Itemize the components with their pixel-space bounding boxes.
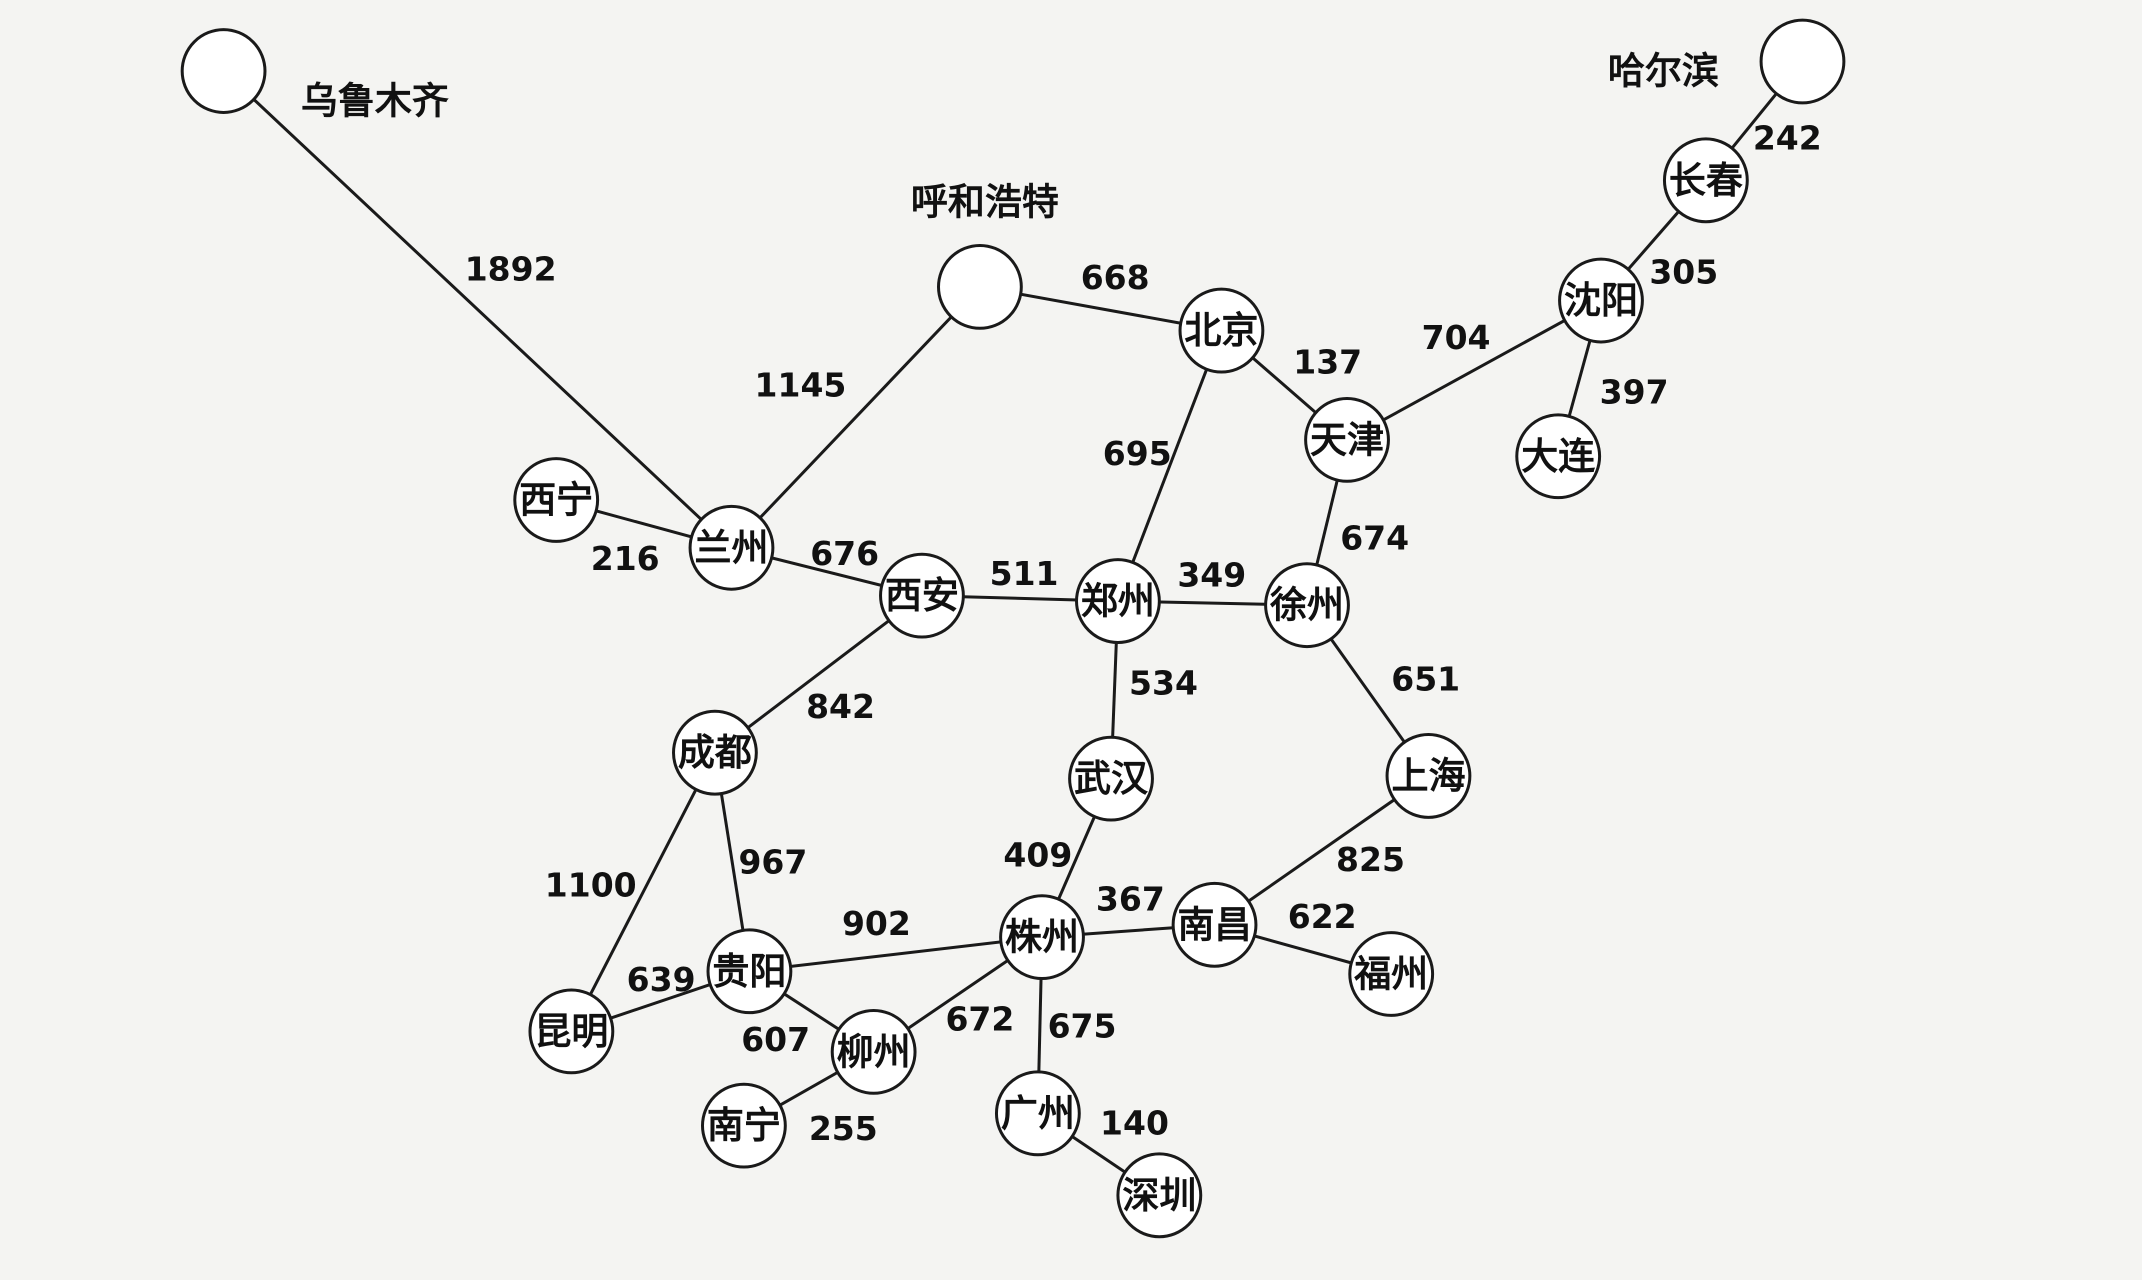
node-beijing: 北京 — [1178, 287, 1265, 374]
nodes-layer: 乌鲁木齐呼和浩特 哈尔滨长春沈阳大连 北京天津西宁兰州西安 郑州 徐州成都武汉 上海贵阳昆… — [180, 18, 1846, 1239]
edge-weight-xian-zhengzhou: 511 — [990, 554, 1059, 593]
node-label-zhengzhou: 郑州 — [1081, 580, 1155, 623]
node-nanchang: 南昌 — [1171, 881, 1258, 968]
edge-weight-zhuzhou-liuzhou: 672 — [945, 1000, 1014, 1039]
edge-wulumuqi-lanzhou — [222, 69, 733, 549]
node-kunming: 昆明 — [528, 988, 615, 1075]
node-circle-haerbin — [1759, 18, 1846, 105]
node-label-huhehaote: 呼和浩特 — [911, 181, 1059, 224]
node-label-xining: 西宁 — [519, 478, 593, 521]
node-label-fuzhou: 福州 — [1353, 953, 1428, 996]
edge-weight-shenyang-tianjin: 704 — [1422, 318, 1491, 357]
edge-weight-wulumuqi-lanzhou: 1892 — [465, 250, 557, 289]
railway-network-diagram: 1892 1145 668 242 305 397 704 137 695 674 216 676 51… — [180, 18, 1846, 1239]
edge-weight-zhuzhou-nanchang: 367 — [1096, 879, 1165, 918]
edge-weight-guangzhou-shenzhen: 140 — [1100, 1103, 1169, 1142]
edge-weight-guiyang-zhuzhou: 902 — [842, 904, 911, 943]
node-guiyang: 贵阳 — [706, 928, 793, 1015]
edge-huhehaote-lanzhou — [730, 285, 981, 549]
node-label-haerbin: 哈尔滨 — [1608, 50, 1719, 93]
node-wulumuqi: 乌鲁木齐 — [180, 28, 449, 123]
edge-weight-xian-chengdu: 842 — [806, 687, 875, 726]
edge-weight-liuzhou-nanning: 255 — [809, 1109, 878, 1148]
node-lanzhou: 兰州 — [688, 504, 775, 591]
edge-weight-chengdu-guiyang: 967 — [738, 842, 807, 881]
node-label-shanghai: 上海 — [1391, 754, 1465, 797]
node-shanghai: 上海 — [1385, 733, 1472, 819]
node-liuzhou: 柳州 — [830, 1008, 917, 1095]
edge-weight-shenyang-dalian: 397 — [1600, 373, 1669, 412]
node-nanning: 南宁 — [700, 1082, 787, 1169]
node-label-liuzhou: 柳州 — [837, 1030, 911, 1073]
edge-weight-wuhan-zhuzhou: 409 — [1003, 836, 1072, 875]
node-dalian: 大连 — [1515, 413, 1602, 500]
node-label-chengdu: 成都 — [678, 731, 752, 774]
edge-weight-xuzhou-shanghai: 651 — [1391, 659, 1460, 698]
node-zhengzhou: 郑州 — [1075, 558, 1161, 644]
edge-weight-beijing-zhengzhou: 695 — [1103, 434, 1172, 473]
node-label-beijing: 北京 — [1184, 309, 1258, 352]
node-circle-wulumuqi — [180, 28, 267, 114]
node-changchun: 长春 — [1662, 137, 1749, 224]
node-label-lanzhou: 兰州 — [694, 526, 768, 569]
edge-weight-changchun-shenyang: 305 — [1649, 252, 1718, 291]
edge-weight-guiyang-kunming: 639 — [627, 960, 696, 999]
node-shenyang: 沈阳 — [1558, 257, 1644, 344]
node-label-kunming: 昆明 — [534, 1010, 608, 1053]
edge-weight-huhehaote-lanzhou: 1145 — [755, 366, 847, 405]
edge-weight-zhuzhou-guangzhou: 675 — [1048, 1006, 1117, 1045]
node-wuhan: 武汉 — [1068, 735, 1154, 822]
edge-weight-huhehaote-beijing: 668 — [1081, 258, 1150, 297]
edge-weight-tianjin-xuzhou: 674 — [1340, 519, 1409, 558]
node-guangzhou: 广州 — [994, 1070, 1081, 1157]
edge-weight-lanzhou-xian: 676 — [810, 534, 879, 573]
node-label-shenzhen: 深圳 — [1122, 1174, 1196, 1217]
node-label-nanning: 南宁 — [707, 1104, 781, 1147]
node-shenzhen: 深圳 — [1116, 1152, 1203, 1239]
edge-weight-xining-lanzhou: 216 — [591, 539, 660, 578]
node-label-nanchang: 南昌 — [1178, 903, 1252, 946]
node-label-dalian: 大连 — [1521, 435, 1595, 478]
node-label-zhuzhou: 株州 — [1005, 916, 1079, 959]
node-label-xuzhou: 徐州 — [1269, 584, 1344, 627]
edge-weight-beijing-tianjin: 137 — [1293, 343, 1362, 382]
node-label-xian: 西安 — [885, 574, 959, 617]
node-chengdu: 成都 — [672, 709, 758, 796]
node-xining: 西宁 — [513, 457, 600, 543]
edge-weight-chengdu-kunming: 1100 — [545, 866, 637, 905]
edge-weight-guiyang-liuzhou: 607 — [741, 1020, 810, 1059]
node-label-shenyang: 沈阳 — [1564, 279, 1638, 322]
edge-weight-shanghai-nanchang: 825 — [1336, 840, 1405, 879]
node-xuzhou: 徐州 — [1264, 562, 1350, 649]
node-label-wuhan: 武汉 — [1074, 757, 1149, 800]
node-huhehaote: 呼和浩特 — [911, 181, 1059, 330]
node-label-wulumuqi: 乌鲁木齐 — [301, 80, 449, 123]
node-label-guiyang: 贵阳 — [712, 950, 786, 993]
edge-weight-zhengzhou-xuzhou: 349 — [1177, 556, 1246, 595]
node-circle-huhehaote — [937, 243, 1023, 330]
node-fuzhou: 福州 — [1348, 931, 1435, 1017]
edge-weight-haerbin-changchun: 242 — [1753, 118, 1822, 157]
edge-weight-zhengzhou-wuhan: 534 — [1129, 664, 1198, 703]
node-label-changchun: 长春 — [1669, 159, 1743, 202]
node-tianjin: 天津 — [1304, 396, 1390, 483]
node-zhuzhou: 株州 — [999, 894, 1085, 981]
node-xian: 西安 — [879, 552, 965, 639]
edge-weight-nanchang-fuzhou: 622 — [1288, 897, 1357, 936]
node-label-guangzhou: 广州 — [1001, 1092, 1075, 1135]
node-haerbin: 哈尔滨 — [1608, 18, 1846, 105]
node-label-tianjin: 天津 — [1310, 418, 1384, 461]
